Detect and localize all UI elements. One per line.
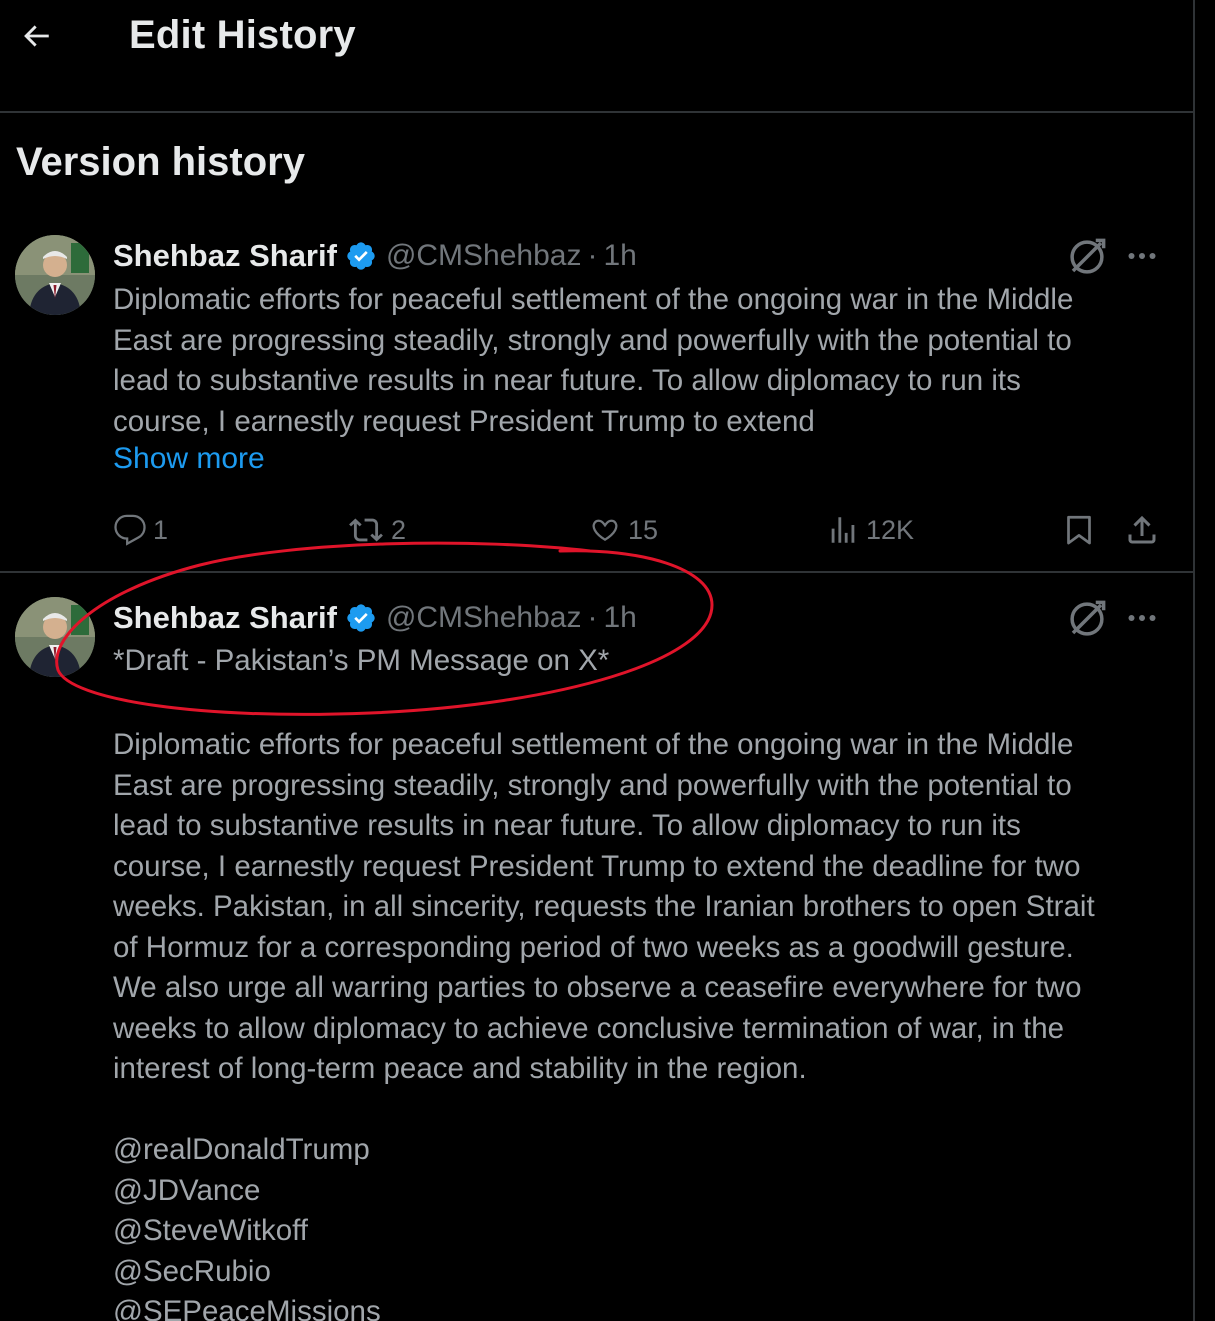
mention-link[interactable]: @SecRubio — [113, 1252, 381, 1293]
like-button[interactable]: 15 — [588, 508, 658, 552]
share-icon — [1128, 515, 1156, 544]
tweet-text: Diplomatic efforts for peaceful settleme… — [113, 283, 1074, 438]
edit-history-icon[interactable] — [1066, 236, 1108, 278]
top-bar: Edit History — [0, 0, 1193, 113]
mention-list: @realDonaldTrump @JDVance @SteveWitkoff … — [113, 1130, 381, 1321]
verified-badge-icon — [347, 604, 375, 632]
mention-link[interactable]: @JDVance — [113, 1171, 381, 1212]
draft-line: *Draft - Pakistan’s PM Message on X* — [113, 644, 610, 677]
author-name[interactable]: Shehbaz Sharif — [113, 600, 337, 636]
reply-icon — [114, 514, 146, 546]
separator: · — [587, 239, 598, 272]
author-handle[interactable]: @CMShehbaz — [386, 239, 582, 273]
reply-button[interactable]: 1 — [113, 508, 168, 552]
views-icon — [831, 517, 855, 543]
timestamp[interactable]: 1h — [603, 601, 636, 635]
section-title: Version history — [16, 140, 305, 184]
timestamp[interactable]: 1h — [603, 239, 636, 273]
action-bar: 1 2 15 12K — [0, 508, 1193, 552]
bookmark-icon — [1067, 515, 1091, 545]
mention-link[interactable]: @SteveWitkoff — [113, 1211, 381, 1252]
repost-button[interactable]: 2 — [347, 508, 406, 552]
reply-count: 1 — [153, 514, 169, 545]
share-button[interactable] — [1124, 508, 1166, 552]
edit-history-icon[interactable] — [1066, 598, 1108, 640]
avatar[interactable] — [15, 597, 95, 677]
bookmark-button[interactable] — [1061, 508, 1103, 552]
avatar[interactable] — [15, 235, 95, 315]
views-button[interactable]: 12K — [826, 508, 914, 552]
more-horizontal-icon[interactable] — [1124, 238, 1160, 274]
back-button[interactable] — [14, 14, 58, 58]
mention-link[interactable]: @realDonaldTrump — [113, 1130, 381, 1171]
repost-count: 2 — [391, 514, 407, 545]
views-count: 12K — [866, 514, 915, 545]
author-handle[interactable]: @CMShehbaz — [386, 601, 582, 635]
author-name[interactable]: Shehbaz Sharif — [113, 238, 337, 274]
tweet-header: Shehbaz Sharif @CMShehbaz · 1h — [113, 236, 637, 276]
tweet-text: Diplomatic efforts for peaceful settleme… — [113, 728, 1095, 1085]
more-horizontal-icon[interactable] — [1124, 600, 1160, 636]
verified-badge-icon — [347, 242, 375, 270]
repost-icon — [349, 518, 383, 542]
tweet-version[interactable]: Shehbaz Sharif @CMShehbaz · 1h Diplomati… — [0, 228, 1193, 573]
like-count: 15 — [628, 514, 659, 545]
edit-history-screen: Edit History Version history Shehbaz Sha… — [0, 0, 1195, 1321]
mention-link[interactable]: @SEPeaceMissions — [113, 1292, 381, 1321]
separator: · — [587, 601, 598, 634]
arrow-left-icon — [24, 25, 49, 47]
tweet-header: Shehbaz Sharif @CMShehbaz · 1h — [113, 598, 637, 638]
show-more-link[interactable]: Show more — [113, 442, 265, 476]
heart-icon — [592, 519, 618, 542]
tweet-version[interactable]: Shehbaz Sharif @CMShehbaz · 1h *Draft - … — [0, 590, 1193, 1321]
page-title: Edit History — [129, 13, 356, 57]
